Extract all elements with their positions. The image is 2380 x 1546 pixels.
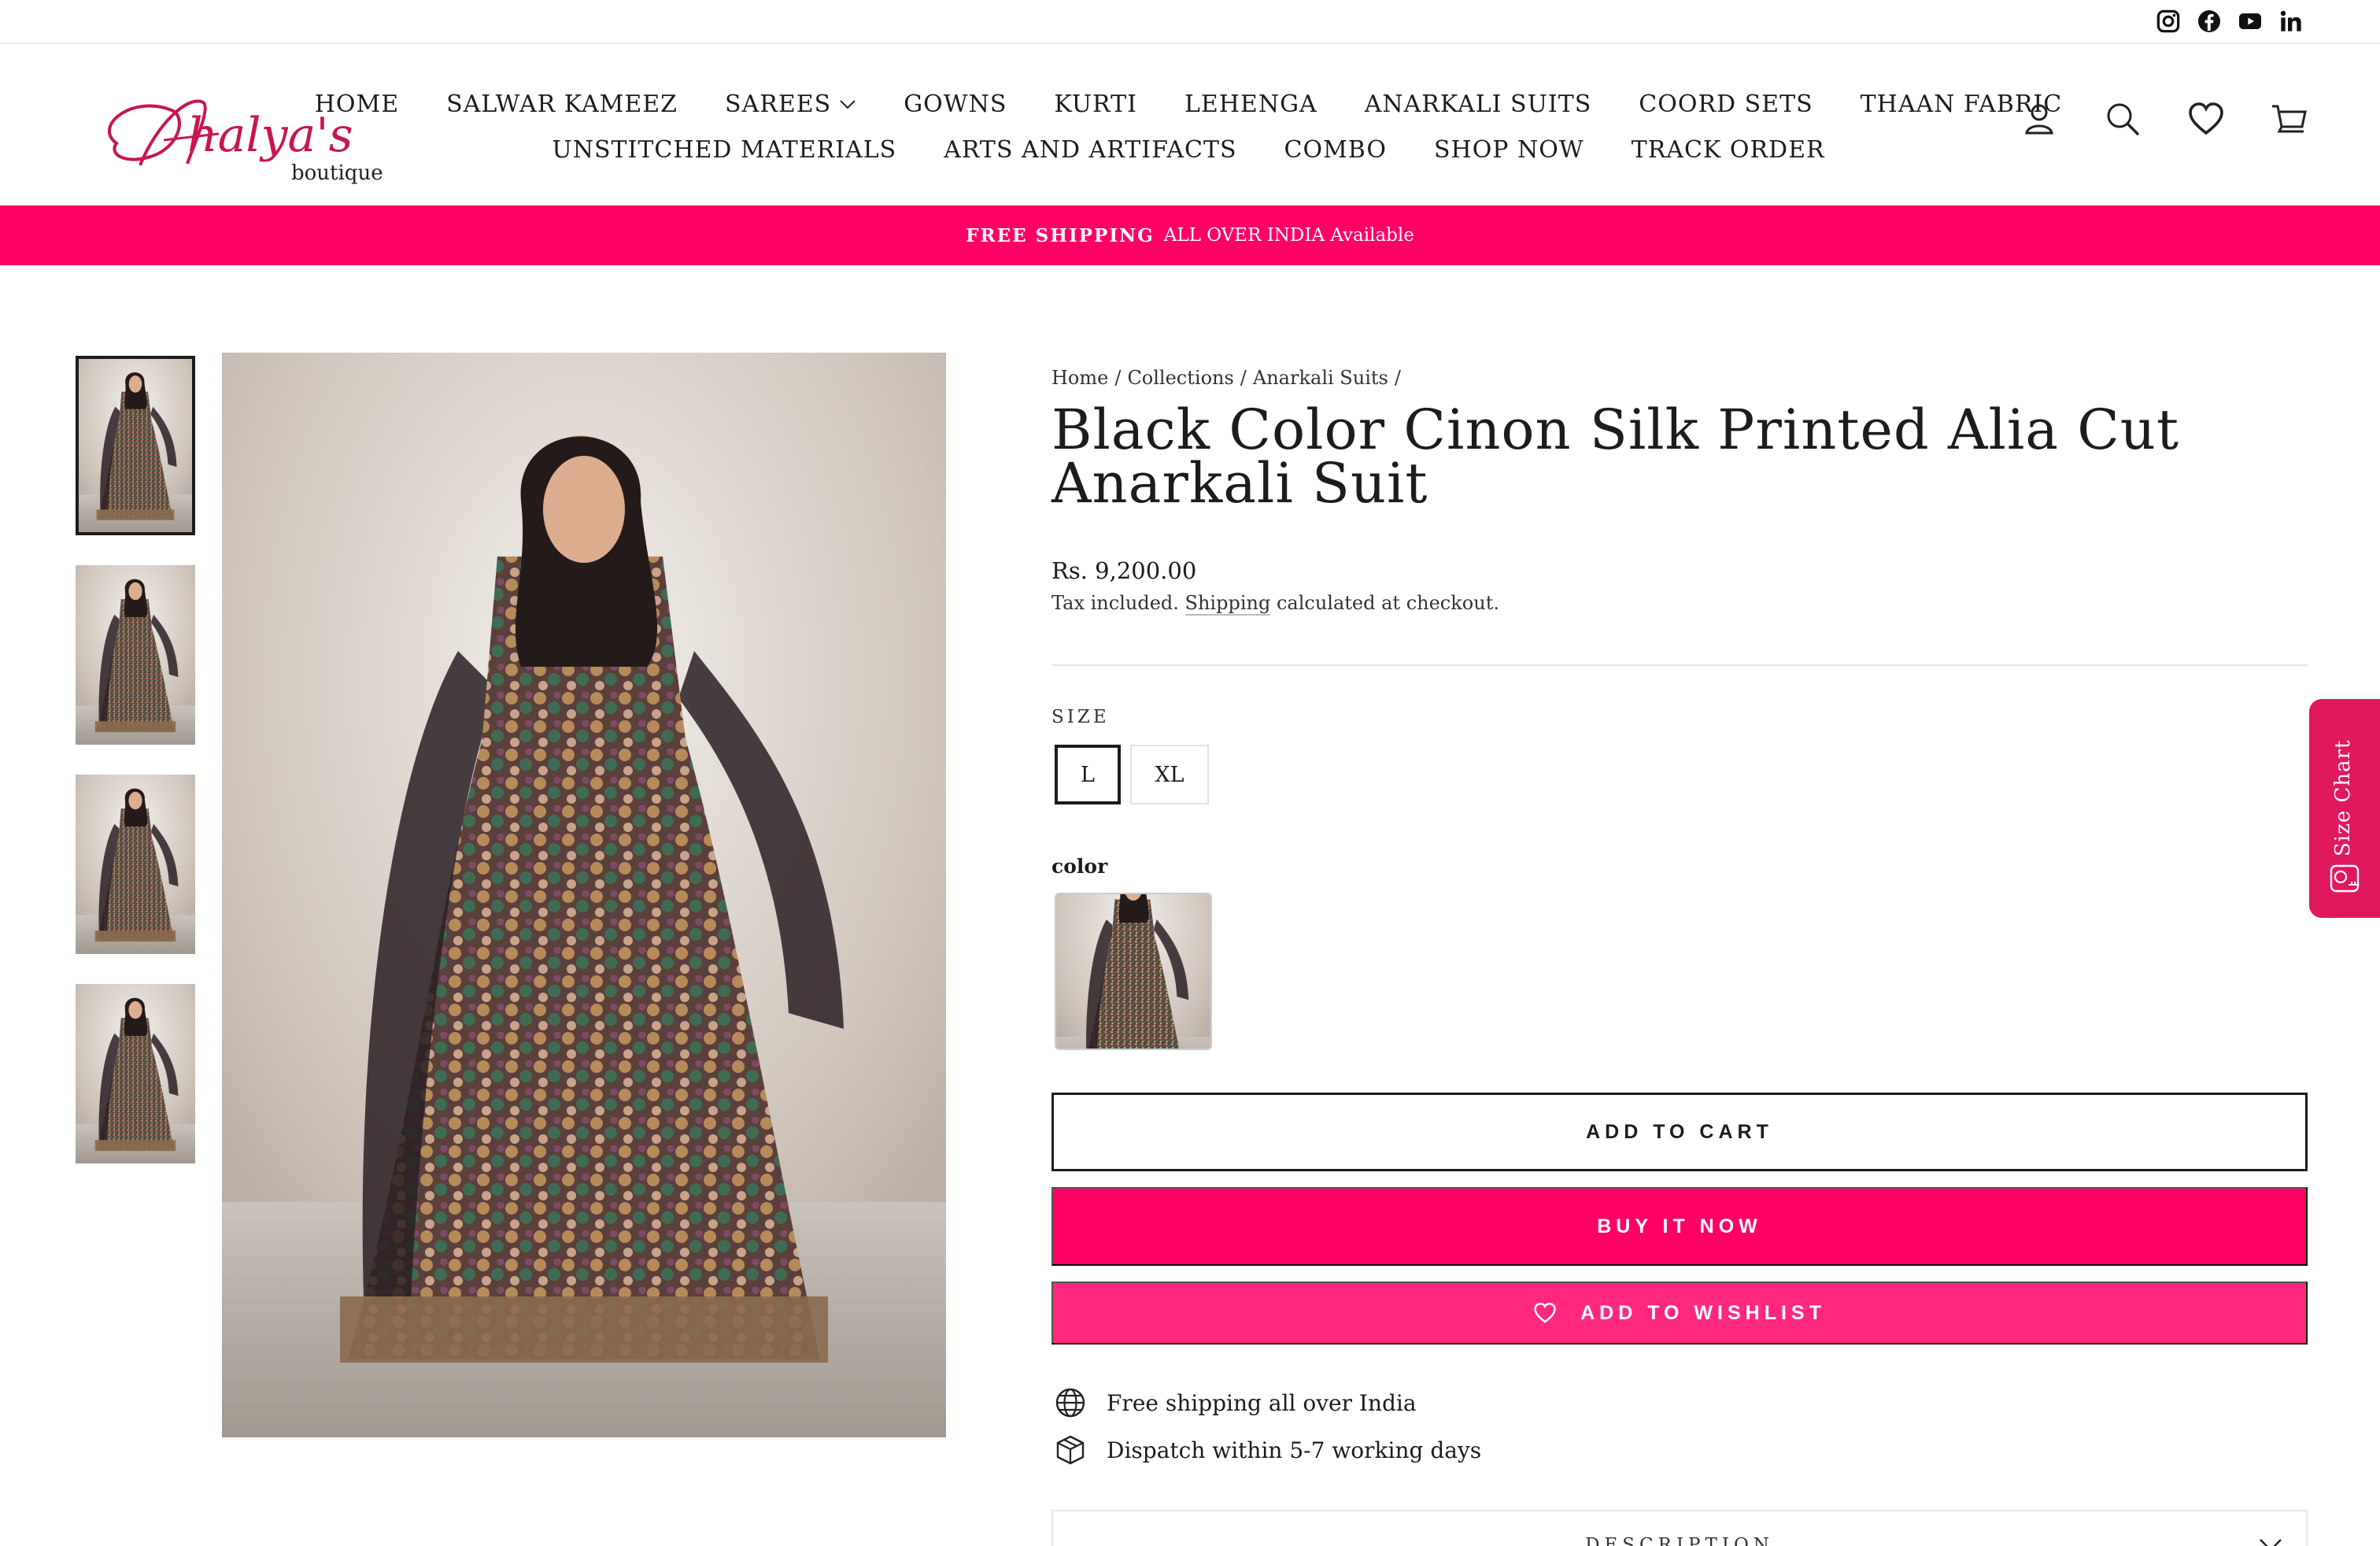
product-info: Home / Collections / Anarkali Suits / Bl… [1051, 367, 2308, 616]
nav-item-combo[interactable]: COMBO [1261, 128, 1410, 173]
facebook-icon[interactable] [2194, 6, 2224, 36]
thumbnail-4[interactable] [76, 984, 195, 1163]
search-icon[interactable] [2103, 99, 2142, 139]
size-label: SIZE [1051, 707, 1110, 727]
thumbnail-3[interactable] [76, 775, 195, 954]
globe-icon [1055, 1388, 1085, 1418]
account-icon[interactable] [2020, 99, 2059, 139]
size-option-xl[interactable]: XL [1130, 745, 1209, 804]
main-navigation: HOME SALWAR KAMEEZ SAREES GOWNS KURTI LE… [315, 82, 2061, 173]
tax-note: Tax included. Shipping calculated at che… [1051, 592, 2308, 616]
thumbnail-2[interactable] [76, 565, 195, 745]
size-option-l[interactable]: L [1055, 745, 1121, 804]
add-to-cart-button[interactable]: ADD TO CART [1051, 1093, 2308, 1171]
linkedin-icon[interactable] [2276, 6, 2306, 36]
product-title: Black Color Cinon Silk Printed Alia Cut … [1051, 398, 2180, 516]
nav-item-lehenga[interactable]: LEHENGA [1161, 82, 1341, 128]
nav-item-salwar-kameez[interactable]: SALWAR KAMEEZ [423, 82, 701, 128]
nav-item-track-order[interactable]: TRACK ORDER [1608, 128, 1849, 173]
nav-item-anarkali-suits[interactable]: ANARKALI SUITS [1341, 82, 1616, 128]
nav-row-2: UNSTITCHED MATERIALS ARTS AND ARTIFACTS … [386, 128, 1991, 173]
product-price: Rs. 9,200.00 [1051, 557, 1197, 584]
model-photo [1056, 894, 1210, 1049]
nav-item-gowns[interactable]: GOWNS [880, 82, 1030, 128]
model-photo [76, 565, 195, 745]
chevron-down-icon [840, 100, 856, 109]
top-social-bar [0, 0, 2380, 44]
nav-item-coord-sets[interactable]: COORD SETS [1615, 82, 1836, 128]
header-icons [2020, 99, 2309, 139]
model-photo [76, 984, 195, 1163]
feature-free-shipping-text: Free shipping all over India [1107, 1389, 1417, 1416]
size-selector: L XL [1055, 745, 1209, 804]
feature-dispatch-text: Dispatch within 5-7 working days [1107, 1437, 1482, 1463]
thumbnail-1[interactable] [76, 356, 195, 535]
site-header: halya's boutique HOME SALWAR KAMEEZ SARE… [0, 44, 2380, 205]
model-photo [79, 359, 192, 532]
breadcrumb-separator: / [1114, 367, 1122, 389]
buy-it-now-button[interactable]: BUY IT NOW [1051, 1187, 2308, 1266]
nav-item-home[interactable]: HOME [291, 82, 423, 128]
measuring-tape-icon [2330, 864, 2360, 893]
shipping-link[interactable]: Shipping [1184, 592, 1271, 616]
heart-icon [1534, 1302, 1556, 1323]
package-box-icon [1056, 1435, 1085, 1465]
nav-item-unstitched-materials[interactable]: UNSTITCHED MATERIALS [528, 128, 920, 173]
description-label: DESCRIPTION [1585, 1535, 1774, 1546]
model-photo [76, 775, 195, 954]
breadcrumb: Home / Collections / Anarkali Suits / [1051, 367, 2308, 389]
nav-item-arts-and-artifacts[interactable]: ARTS AND ARTIFACTS [920, 128, 1260, 173]
breadcrumb-separator: / [1394, 367, 1401, 389]
instagram-icon[interactable] [2153, 6, 2183, 36]
nav-item-sarees[interactable]: SAREES [701, 82, 880, 128]
divider [1051, 664, 2308, 666]
social-links [2153, 6, 2306, 36]
announcement-strong: FREE SHIPPING [966, 224, 1155, 246]
add-to-wishlist-button[interactable]: ADD TO WISHLIST [1051, 1282, 2308, 1344]
breadcrumb-home[interactable]: Home [1051, 367, 1108, 389]
product-thumbnails [76, 356, 195, 1193]
nav-item-shop-now[interactable]: SHOP NOW [1410, 128, 1608, 173]
add-to-cart-label: ADD TO CART [1586, 1120, 1773, 1143]
model-photo [222, 353, 946, 1437]
breadcrumb-collections[interactable]: Collections [1127, 367, 1233, 389]
feature-dispatch: Dispatch within 5-7 working days [1055, 1434, 1481, 1466]
breadcrumb-anarkali-suits[interactable]: Anarkali Suits [1253, 367, 1388, 389]
size-chart-tab[interactable]: Size Chart [2309, 699, 2380, 918]
breadcrumb-separator: / [1240, 367, 1247, 389]
buy-it-now-label: BUY IT NOW [1597, 1215, 1762, 1237]
add-to-wishlist-label: ADD TO WISHLIST [1580, 1301, 1826, 1324]
announcement-text: ALL OVER INDIA Available [1163, 225, 1414, 246]
description-accordion[interactable]: DESCRIPTION [1051, 1510, 2308, 1546]
color-swatch[interactable] [1055, 893, 1212, 1050]
size-chart-label: Size Chart [2331, 739, 2355, 857]
wishlist-heart-icon[interactable] [2186, 99, 2226, 139]
chevron-down-icon [2260, 1539, 2282, 1546]
product-main-image[interactable] [222, 353, 946, 1437]
nav-item-kurti[interactable]: KURTI [1030, 82, 1161, 128]
color-label: color [1051, 855, 1108, 878]
feature-free-shipping: Free shipping all over India [1055, 1387, 1417, 1418]
tax-note-before: Tax included. [1051, 592, 1179, 614]
cart-icon[interactable] [2270, 99, 2309, 139]
youtube-icon[interactable] [2235, 6, 2265, 36]
svg-text:boutique: boutique [291, 161, 383, 185]
announcement-bar: FREE SHIPPING ALL OVER INDIA Available [0, 205, 2380, 265]
nav-row-1: HOME SALWAR KAMEEZ SAREES GOWNS KURTI LE… [315, 82, 2061, 128]
tax-note-after: calculated at checkout. [1276, 592, 1499, 614]
